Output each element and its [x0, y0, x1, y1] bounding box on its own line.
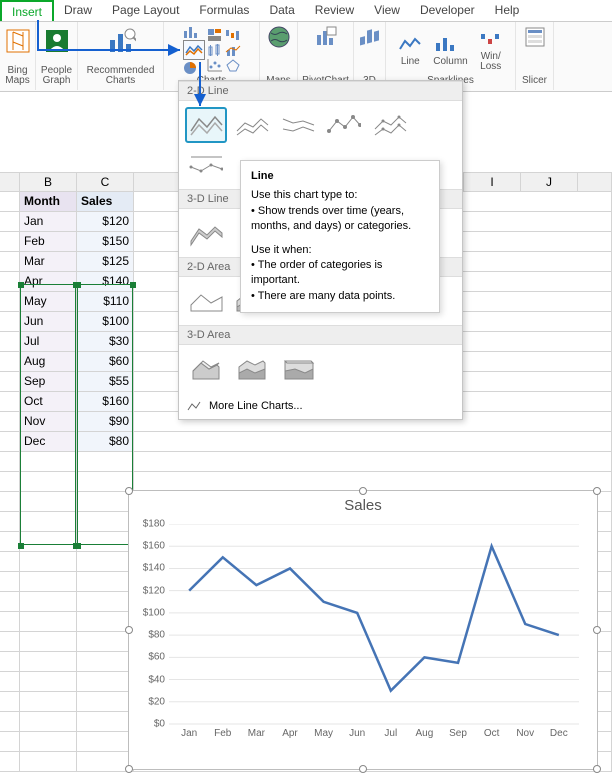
cell-sales[interactable]: $55	[77, 372, 134, 392]
slicer-button[interactable]	[522, 24, 548, 50]
more-line-charts[interactable]: More Line Charts...	[179, 393, 462, 419]
pivot-chart-button[interactable]	[313, 24, 339, 50]
maps-button[interactable]	[266, 24, 292, 50]
cell-month[interactable]: Jan	[20, 212, 77, 232]
chart-title[interactable]: Sales	[129, 491, 597, 520]
tab-review[interactable]: Review	[305, 0, 364, 21]
tab-draw[interactable]: Draw	[54, 0, 102, 21]
header-sales[interactable]: Sales	[77, 192, 134, 212]
col-header-I[interactable]: I	[464, 172, 521, 192]
cell-sales[interactable]: $110	[77, 292, 134, 312]
line-markers-option[interactable]	[323, 107, 365, 143]
section-3d-area: 3-D Area	[179, 325, 462, 345]
cell-sales[interactable]: $150	[77, 232, 134, 252]
col-header-B[interactable]: B	[20, 172, 77, 192]
cell-sales[interactable]: $160	[77, 392, 134, 412]
sparkline-line-button[interactable]	[397, 31, 423, 57]
cell-sales[interactable]: $100	[77, 312, 134, 332]
stacked-line-markers-option[interactable]	[369, 107, 411, 143]
bing-maps-label: Bing Maps	[5, 66, 29, 88]
cell-month[interactable]: Feb	[20, 232, 77, 252]
col-header-J[interactable]: J	[521, 172, 578, 192]
cell-sales[interactable]: $120	[77, 212, 134, 232]
hierarchy-chart-icon[interactable]	[207, 28, 223, 42]
cell-sales[interactable]: $80	[77, 432, 134, 452]
3d-100-stacked-area-option[interactable]	[277, 351, 319, 387]
col-header-C[interactable]: C	[77, 172, 134, 192]
cell-month[interactable]: Dec	[20, 432, 77, 452]
cell-sales[interactable]: $140	[77, 272, 134, 292]
cell-sales[interactable]: $125	[77, 252, 134, 272]
chart-type-tooltip: Line Use this chart type to: • Show tren…	[240, 160, 440, 313]
cell-month[interactable]: Sep	[20, 372, 77, 392]
column-chart-icon[interactable]	[183, 25, 199, 39]
cell-month[interactable]: Jul	[20, 332, 77, 352]
slicer-label: Slicer	[522, 76, 547, 88]
section-2d-line: 2-D Line	[179, 81, 462, 101]
people-graph-button[interactable]	[40, 24, 74, 58]
cell-month[interactable]: Jun	[20, 312, 77, 332]
tab-bar: Insert Draw Page Layout Formulas Data Re…	[0, 0, 612, 22]
3d-map-button[interactable]	[357, 24, 383, 50]
chart-plot-area[interactable]: $0$20$40$60$80$100$120$140$160$180JanFeb…	[169, 524, 587, 744]
3d-line-option[interactable]	[185, 215, 227, 251]
people-graph-label: People Graph	[41, 66, 72, 88]
cell-month[interactable]: Mar	[20, 252, 77, 272]
tab-data[interactable]: Data	[259, 0, 304, 21]
area-option[interactable]	[185, 283, 227, 319]
line-chart-option[interactable]	[185, 107, 227, 143]
cell-sales[interactable]: $30	[77, 332, 134, 352]
line-chart-dropdown-button[interactable]	[183, 40, 205, 60]
tab-insert[interactable]: Insert	[0, 0, 54, 21]
cell-sales[interactable]: $90	[77, 412, 134, 432]
recommended-charts-button[interactable]	[104, 24, 138, 58]
scatter-chart-icon[interactable]	[207, 58, 223, 72]
sparkline-column-button[interactable]	[433, 31, 459, 57]
100-stacked-line-markers-option[interactable]	[185, 147, 227, 183]
tab-page-layout[interactable]: Page Layout	[102, 0, 189, 21]
more-charts-icon	[187, 399, 203, 413]
statistic-chart-icon[interactable]	[207, 43, 223, 57]
combo-chart-icon[interactable]	[225, 43, 241, 57]
3d-stacked-area-option[interactable]	[231, 351, 273, 387]
tab-view[interactable]: View	[364, 0, 410, 21]
tab-help[interactable]: Help	[485, 0, 530, 21]
pie-chart-icon[interactable]	[183, 61, 199, 75]
radar-chart-icon[interactable]	[225, 58, 241, 72]
tab-formulas[interactable]: Formulas	[189, 0, 259, 21]
header-month[interactable]: Month	[20, 192, 77, 212]
recommended-charts-label: Recommended Charts	[87, 66, 155, 88]
cell-month[interactable]: Oct	[20, 392, 77, 412]
cell-month[interactable]: Nov	[20, 412, 77, 432]
cell-month[interactable]: Aug	[20, 352, 77, 372]
sparkline-winloss-button[interactable]	[478, 26, 504, 52]
bing-maps-button[interactable]	[1, 24, 35, 58]
cell-sales[interactable]: $60	[77, 352, 134, 372]
tab-developer[interactable]: Developer	[410, 0, 485, 21]
3d-area-option[interactable]	[185, 351, 227, 387]
stacked-line-option[interactable]	[231, 107, 273, 143]
cell-month[interactable]: Apr	[20, 272, 77, 292]
embedded-chart[interactable]: Sales $0$20$40$60$80$100$120$140$160$180…	[128, 490, 598, 770]
cell-month[interactable]: May	[20, 292, 77, 312]
waterfall-chart-icon[interactable]	[225, 28, 241, 42]
100-stacked-line-option[interactable]	[277, 107, 319, 143]
